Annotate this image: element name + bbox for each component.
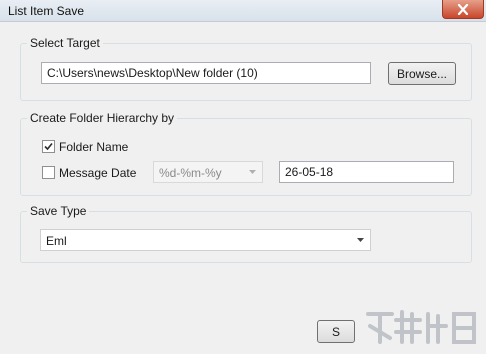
- watermark-logo: [366, 310, 476, 344]
- save-button[interactable]: S: [317, 320, 355, 343]
- save-type-group: Save Type Eml: [20, 204, 472, 263]
- window-title: List Item Save: [8, 4, 85, 18]
- folder-name-checkbox[interactable]: [42, 140, 55, 153]
- chevron-down-icon: [249, 170, 256, 174]
- folder-hierarchy-group: Create Folder Hierarchy by Folder Name M…: [20, 111, 472, 196]
- date-preview-field[interactable]: 26-05-18: [279, 161, 454, 183]
- select-target-group: Select Target C:\Users\news\Desktop\New …: [20, 36, 472, 101]
- browse-button[interactable]: Browse...: [388, 62, 456, 85]
- close-button[interactable]: [442, 0, 484, 19]
- close-icon: [457, 3, 469, 15]
- chevron-down-icon: [357, 238, 364, 242]
- target-path-input[interactable]: C:\Users\news\Desktop\New folder (10): [41, 62, 371, 84]
- dialog-body: Select Target C:\Users\news\Desktop\New …: [0, 22, 486, 354]
- folder-hierarchy-legend: Create Folder Hierarchy by: [27, 111, 178, 125]
- date-format-combo[interactable]: %d-%m-%y: [153, 161, 263, 183]
- message-date-checkbox[interactable]: [42, 166, 55, 179]
- save-type-legend: Save Type: [27, 204, 90, 218]
- date-format-value: %d-%m-%y: [159, 166, 222, 180]
- message-date-label: Message Date: [59, 166, 137, 180]
- save-type-value: Eml: [46, 234, 67, 248]
- folder-name-label: Folder Name: [59, 140, 129, 154]
- title-bar: List Item Save: [0, 0, 486, 22]
- select-target-legend: Select Target: [27, 36, 103, 50]
- check-icon: [44, 142, 53, 151]
- save-type-select[interactable]: Eml: [40, 229, 371, 251]
